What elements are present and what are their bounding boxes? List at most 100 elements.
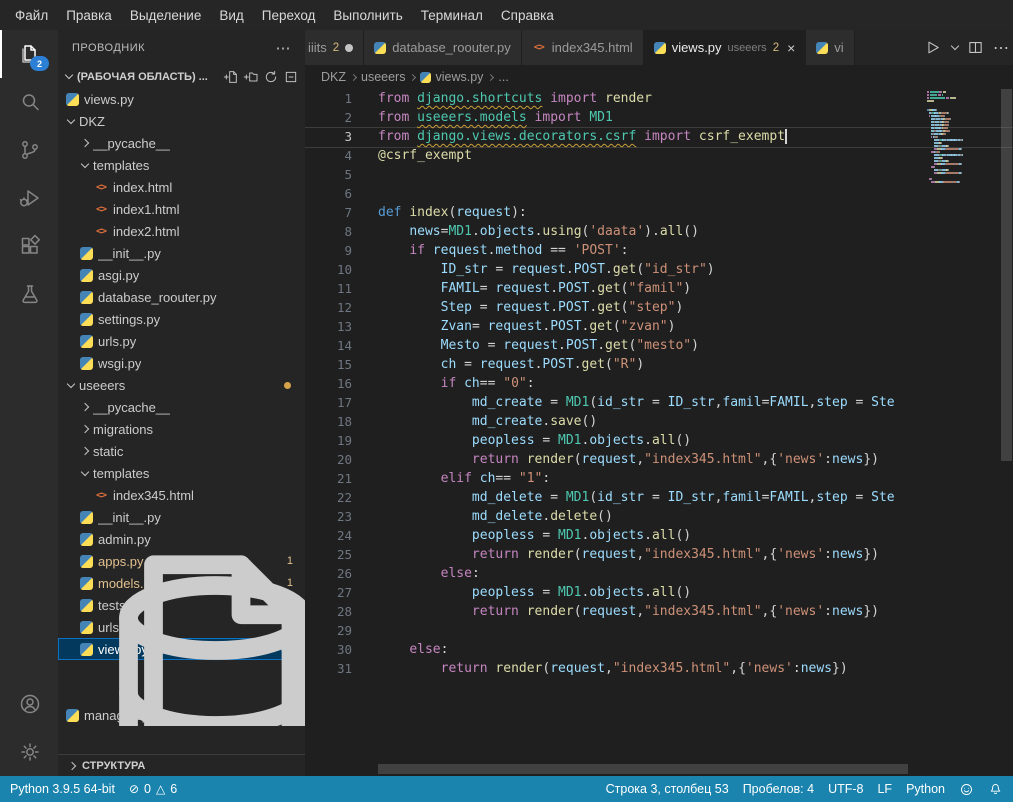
code-line[interactable]: 28 return render(request,"index345.html"…: [305, 602, 925, 621]
status-python-version[interactable]: Python 3.9.5 64-bit: [10, 782, 115, 796]
code-line[interactable]: 18 md_create.save(): [305, 412, 925, 431]
code-line[interactable]: 8 news=MD1.objects.using('daata').all(): [305, 222, 925, 241]
tab-vi[interactable]: vi: [806, 30, 854, 65]
code-line[interactable]: 4@csrf_exempt: [305, 146, 925, 165]
menu-edit[interactable]: Правка: [57, 5, 121, 26]
status-eol[interactable]: LF: [877, 782, 892, 796]
code-line[interactable]: 12 Step = request.POST.get("step"): [305, 298, 925, 317]
code-line[interactable]: 15 ch = request.POST.get("R"): [305, 355, 925, 374]
breadcrumb-item-DKZ[interactable]: DKZ: [321, 70, 346, 84]
code-line[interactable]: 6: [305, 184, 925, 203]
line-number[interactable]: 29: [305, 623, 352, 638]
activity-run-debug[interactable]: [0, 174, 58, 222]
tree-item-migrations[interactable]: migrations: [58, 418, 305, 440]
tree-item-urls.py[interactable]: urls.py: [58, 330, 305, 352]
code-line[interactable]: 26 else:: [305, 564, 925, 583]
dirty-indicator-icon[interactable]: [345, 44, 353, 52]
line-number[interactable]: 16: [305, 376, 352, 391]
tree-item-wsgi.py[interactable]: wsgi.py: [58, 352, 305, 374]
tree-item-templates[interactable]: templates: [58, 154, 305, 176]
tree-item-index345.html[interactable]: <>index345.html: [58, 484, 305, 506]
run-python-file-icon[interactable]: [924, 39, 941, 56]
tree-item-index.html[interactable]: <>index.html: [58, 176, 305, 198]
menu-selection[interactable]: Выделение: [121, 5, 211, 26]
status-indentation[interactable]: Пробелов: 4: [743, 782, 814, 796]
tab-index345.html[interactable]: <>index345.html: [522, 30, 644, 65]
activity-search[interactable]: [0, 78, 58, 126]
line-number[interactable]: 24: [305, 528, 352, 543]
line-number[interactable]: 22: [305, 490, 352, 505]
tree-item-DKZ[interactable]: DKZ: [58, 110, 305, 132]
code-line[interactable]: 27 peopless = MD1.objects.all(): [305, 583, 925, 602]
feedback-icon[interactable]: [959, 782, 974, 797]
menu-file[interactable]: Файл: [6, 5, 57, 26]
status-language-mode[interactable]: Python: [906, 782, 945, 796]
tree-item-db.sqlite3[interactable]: db.sqlite3: [58, 682, 305, 704]
line-number[interactable]: 12: [305, 300, 352, 315]
status-cursor-position[interactable]: Строка 3, столбец 53: [606, 782, 729, 796]
breadcrumb-item-useeers[interactable]: useeers: [361, 70, 405, 84]
code-line[interactable]: 9 if request.method == 'POST':: [305, 241, 925, 260]
code-line[interactable]: 11 FAMIL= request.POST.get("famil"): [305, 279, 925, 298]
line-number[interactable]: 7: [305, 205, 352, 220]
new-file-icon[interactable]: [223, 69, 239, 85]
horizontal-scrollbar-thumb[interactable]: [378, 764, 908, 774]
line-number[interactable]: 13: [305, 319, 352, 334]
workspace-section-header[interactable]: (РАБОЧАЯ ОБЛАСТЬ) ...: [58, 65, 305, 88]
more-actions-icon[interactable]: ⋯: [993, 38, 1009, 58]
line-number[interactable]: 4: [305, 148, 352, 163]
activity-accounts[interactable]: [0, 680, 58, 728]
menu-terminal[interactable]: Терминал: [412, 5, 492, 26]
line-number[interactable]: 6: [305, 186, 352, 201]
status-encoding[interactable]: UTF-8: [828, 782, 863, 796]
activity-settings[interactable]: [0, 728, 58, 776]
code-line[interactable]: 2from useeers.models import MD1: [305, 108, 925, 127]
tree-item-__init__.py[interactable]: __init__.py: [58, 242, 305, 264]
code-line[interactable]: 22 md_delete = MD1(id_str = ID_str,famil…: [305, 488, 925, 507]
code-line[interactable]: 20 return render(request,"index345.html"…: [305, 450, 925, 469]
line-number[interactable]: 5: [305, 167, 352, 182]
code-line[interactable]: 17 md_create = MD1(id_str = ID_str,famil…: [305, 393, 925, 412]
tree-item-useeers[interactable]: useeers: [58, 374, 305, 396]
code-line[interactable]: 29: [305, 621, 925, 640]
code-editor[interactable]: 1from django.shortcuts import render2fro…: [305, 89, 1013, 776]
code-line[interactable]: 5: [305, 165, 925, 184]
tree-item-views.py[interactable]: views.py: [58, 88, 305, 110]
code-line[interactable]: 16 if ch== "0":: [305, 374, 925, 393]
line-number[interactable]: 28: [305, 604, 352, 619]
new-folder-icon[interactable]: [243, 69, 259, 85]
run-dropdown-chevron-icon[interactable]: [951, 42, 959, 50]
line-number[interactable]: 3: [305, 129, 352, 144]
line-number[interactable]: 8: [305, 224, 352, 239]
tree-item-static[interactable]: static: [58, 440, 305, 462]
menu-help[interactable]: Справка: [492, 5, 563, 26]
menu-view[interactable]: Вид: [210, 5, 252, 26]
tab-iiits[interactable]: iiits2: [305, 30, 364, 65]
tree-item-manage.py[interactable]: manage.py: [58, 704, 305, 726]
line-number[interactable]: 10: [305, 262, 352, 277]
tree-item-__pycache__[interactable]: __pycache__: [58, 396, 305, 418]
tree-item-index2.html[interactable]: <>index2.html: [58, 220, 305, 242]
code-line[interactable]: 10 ID_str = request.POST.get("id_str"): [305, 260, 925, 279]
code-line[interactable]: 3from django.views.decorators.csrf impor…: [305, 127, 925, 146]
sidebar-more-actions-icon[interactable]: ⋯: [276, 39, 292, 57]
code-line[interactable]: 24 peopless = MD1.objects.all(): [305, 526, 925, 545]
line-number[interactable]: 30: [305, 642, 352, 657]
vertical-scrollbar[interactable]: [999, 89, 1013, 762]
code-line[interactable]: 19 peopless = MD1.objects.all(): [305, 431, 925, 450]
refresh-icon[interactable]: [263, 69, 279, 85]
tree-item-__pycache__[interactable]: __pycache__: [58, 132, 305, 154]
line-number[interactable]: 9: [305, 243, 352, 258]
code-line[interactable]: 23 md_delete.delete(): [305, 507, 925, 526]
line-number[interactable]: 23: [305, 509, 352, 524]
line-number[interactable]: 26: [305, 566, 352, 581]
code-line[interactable]: 25 return render(request,"index345.html"…: [305, 545, 925, 564]
line-number[interactable]: 21: [305, 471, 352, 486]
code-line[interactable]: 30 else:: [305, 640, 925, 659]
line-number[interactable]: 2: [305, 110, 352, 125]
line-number[interactable]: 15: [305, 357, 352, 372]
tree-item-templates[interactable]: templates: [58, 462, 305, 484]
outline-section-header[interactable]: СТРУКТУРА: [58, 754, 305, 776]
menu-run[interactable]: Выполнить: [324, 5, 411, 26]
line-number[interactable]: 20: [305, 452, 352, 467]
